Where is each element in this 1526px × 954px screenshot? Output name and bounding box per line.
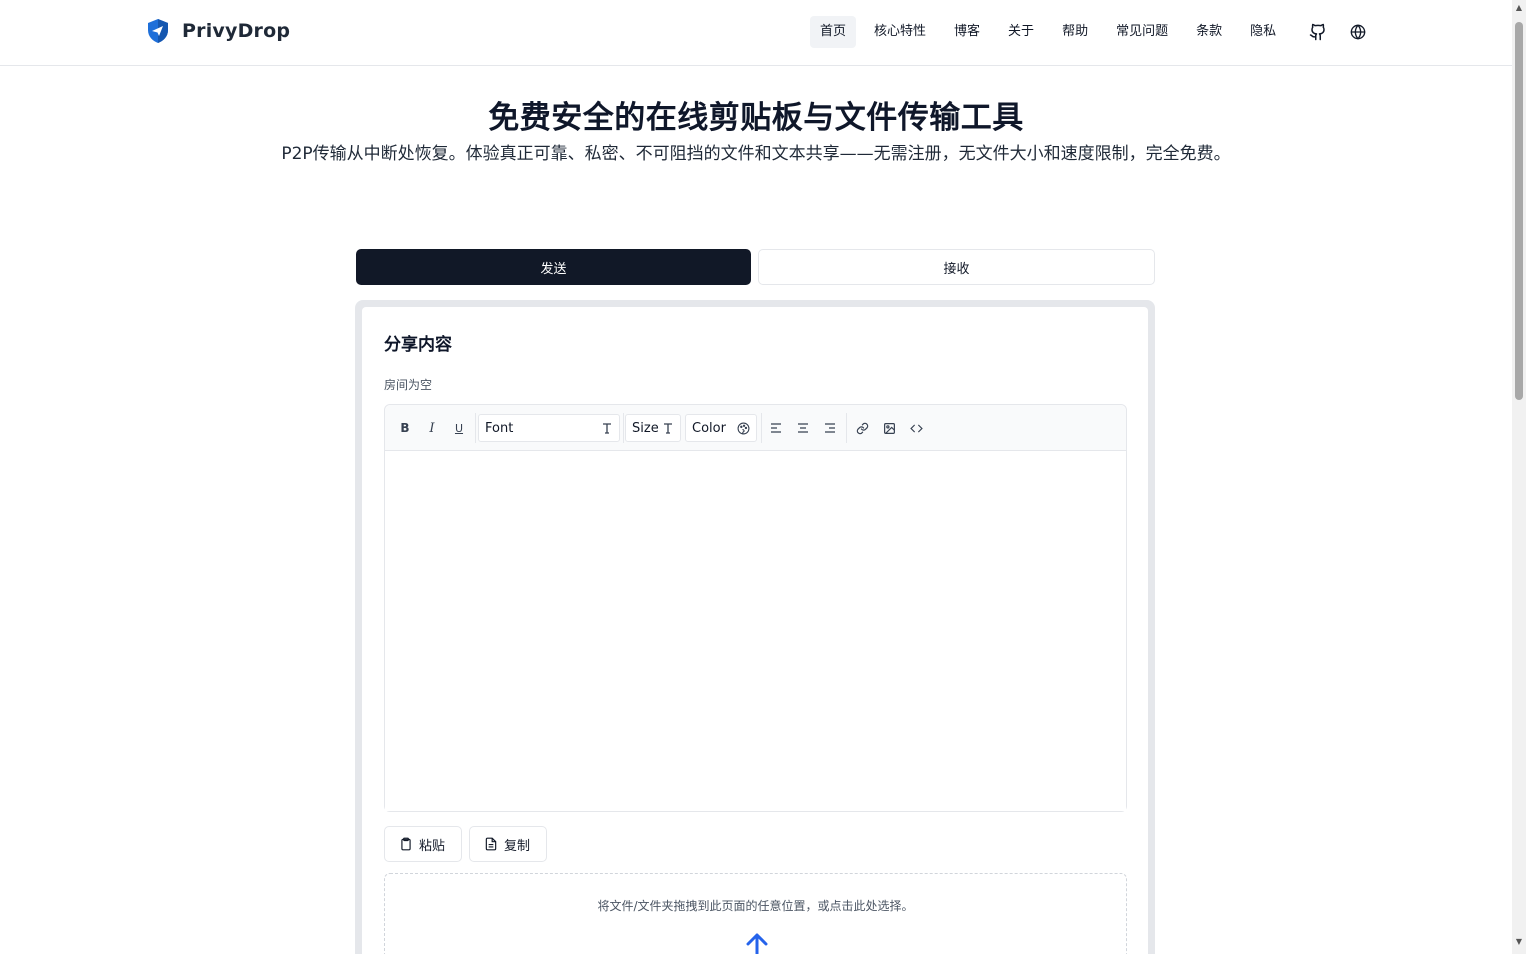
color-select[interactable]: Color (685, 414, 757, 442)
font-icon (603, 423, 611, 434)
nav-item-blog[interactable]: 博客 (944, 16, 990, 48)
page: PrivyDrop 首页 核心特性 博客 关于 帮助 常见问题 条款 隐私 免费… (0, 0, 1526, 954)
nav-item-help[interactable]: 帮助 (1052, 16, 1098, 48)
align-left-button[interactable] (765, 417, 787, 439)
toolbar-divider (475, 413, 476, 443)
scroll-up-arrow-icon[interactable]: ▲ (1515, 4, 1523, 12)
bold-button[interactable]: B (394, 417, 416, 439)
nav-item-home[interactable]: 首页 (810, 16, 857, 48)
align-center-button[interactable] (792, 417, 814, 439)
scroll-thumb[interactable] (1515, 22, 1523, 400)
italic-button[interactable]: I (421, 417, 443, 439)
align-center-icon (798, 423, 808, 433)
room-status: 房间为空 (384, 378, 433, 392)
code-button[interactable] (905, 417, 927, 439)
shield-logo-icon (148, 19, 168, 43)
color-select-label: Color (692, 420, 726, 436)
hero-subtitle: P2P传输从中断处恢复。体验真正可靠、私密、不可阻挡的文件和文本共享——无需注册… (281, 144, 1231, 164)
nav-item-features[interactable]: 核心特性 (864, 16, 936, 48)
editor-toolbar: B I U Font Size Color (385, 405, 1126, 451)
align-right-button[interactable] (819, 417, 841, 439)
nav-item-faq[interactable]: 常见问题 (1106, 16, 1178, 48)
palette-icon (737, 422, 750, 434)
nav-item-terms[interactable]: 条款 (1186, 16, 1232, 48)
italic-icon: I (429, 420, 435, 436)
brand-name: PrivyDrop (182, 20, 291, 42)
file-drop-zone[interactable]: 将文件/文件夹拖拽到此页面的任意位置，或点击此处选择。 (384, 873, 1127, 954)
font-select[interactable]: Font (478, 414, 620, 442)
bold-icon: B (400, 421, 410, 435)
upload-arrow-icon (746, 933, 768, 954)
link-button[interactable] (851, 417, 873, 439)
align-right-icon (825, 423, 835, 433)
image-icon (883, 422, 895, 434)
paste-button[interactable]: 粘贴 (384, 826, 462, 862)
main-nav: 首页 核心特性 博客 关于 帮助 常见问题 条款 隐私 (810, 16, 1374, 48)
tab-receive[interactable]: 接收 (758, 249, 1155, 285)
brand[interactable]: PrivyDrop (146, 18, 290, 44)
card-title: 分享内容 (384, 335, 452, 355)
top-header: PrivyDrop 首页 核心特性 博客 关于 帮助 常见问题 条款 隐私 (0, 0, 1512, 66)
underline-button[interactable]: U (448, 417, 470, 439)
size-select-label: Size (632, 420, 659, 436)
nav-item-privacy[interactable]: 隐私 (1240, 16, 1286, 48)
page-scrollbar[interactable]: ▲ ▼ (1512, 0, 1526, 954)
toolbar-divider (846, 413, 847, 443)
document-icon (485, 837, 497, 851)
toolbar-divider (623, 413, 624, 443)
hero-title: 免费安全的在线剪贴板与文件传输工具 (488, 100, 1024, 136)
nav-item-about[interactable]: 关于 (998, 16, 1044, 48)
underline-icon: U (454, 421, 464, 435)
github-link[interactable] (1302, 16, 1334, 48)
clipboard-icon (401, 837, 411, 851)
rich-text-editor: B I U Font Size Color (384, 404, 1127, 812)
copy-label: 复制 (504, 838, 531, 854)
drop-zone-text: 将文件/文件夹拖拽到此页面的任意位置，或点击此处选择。 (597, 899, 914, 913)
link-icon (856, 422, 868, 434)
globe-icon (1350, 24, 1366, 40)
editor-content-area[interactable] (385, 451, 1126, 811)
font-select-label: Font (485, 420, 514, 436)
image-button[interactable] (878, 417, 900, 439)
scroll-down-arrow-icon[interactable]: ▼ (1515, 938, 1523, 946)
toolbar-divider (761, 413, 762, 443)
align-left-icon (771, 423, 781, 433)
copy-button[interactable]: 复制 (469, 826, 547, 862)
language-switcher[interactable] (1342, 16, 1374, 48)
text-size-icon (664, 423, 672, 434)
paste-label: 粘贴 (419, 838, 446, 854)
github-icon (1309, 23, 1325, 41)
size-select[interactable]: Size (625, 414, 681, 442)
code-icon (909, 424, 923, 432)
tab-send[interactable]: 发送 (356, 249, 751, 285)
